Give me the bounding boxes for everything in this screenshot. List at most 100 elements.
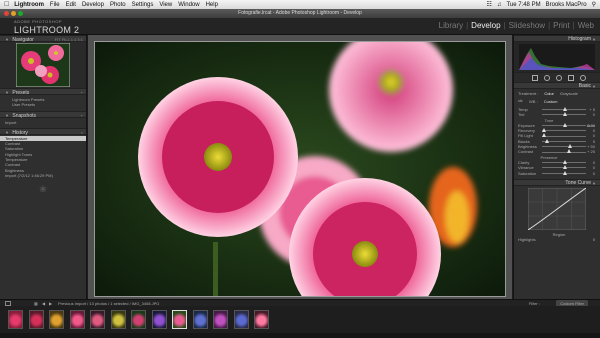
menu-settings[interactable]: Settings bbox=[132, 2, 154, 8]
history-item[interactable]: Import (7/2/12 1:46:29 PM) bbox=[0, 173, 86, 178]
tone-curve-header[interactable]: Tone Curve ▼ bbox=[514, 178, 600, 186]
filmstrip-thumbnail[interactable] bbox=[90, 310, 105, 329]
menu-lightroom[interactable]: Lightroom bbox=[14, 2, 44, 8]
clear-history-icon[interactable]: × bbox=[81, 129, 83, 136]
add-preset-icon[interactable]: + bbox=[81, 89, 83, 96]
slider-knob[interactable] bbox=[562, 112, 567, 117]
treatment-color[interactable]: Color bbox=[544, 91, 554, 96]
snapshots-title: Snapshots bbox=[12, 112, 36, 119]
slider-knob[interactable] bbox=[567, 149, 571, 154]
add-snapshot-icon[interactable]: + bbox=[81, 112, 83, 119]
menu-help[interactable]: Help bbox=[206, 2, 218, 8]
navigator-header[interactable]: ▼ Navigator FIT FILL 1:1 3:1 bbox=[0, 35, 86, 43]
wb-row: ✑ WB : Custom bbox=[514, 97, 600, 107]
spot-removal-icon[interactable] bbox=[544, 75, 550, 81]
slider-value[interactable]: 0 bbox=[593, 171, 595, 176]
slider-label: Recovery bbox=[518, 128, 535, 134]
filmstrip-thumbnail[interactable] bbox=[69, 310, 85, 329]
slider-label: Fill Light bbox=[518, 133, 533, 139]
collapse-triangle-icon: ▼ bbox=[5, 90, 9, 95]
module-print[interactable]: Print bbox=[553, 21, 569, 30]
flower-photo-image bbox=[95, 42, 505, 296]
filmstrip-thumbnail[interactable] bbox=[49, 310, 64, 329]
close-window-button[interactable] bbox=[4, 11, 9, 16]
module-web[interactable]: Web bbox=[578, 21, 594, 30]
crop-tool-icon[interactable] bbox=[532, 75, 538, 81]
filmstrip-thumbnail[interactable] bbox=[151, 310, 167, 329]
menu-develop[interactable]: Develop bbox=[82, 2, 104, 8]
module-slideshow[interactable]: Slideshow bbox=[509, 21, 545, 30]
menu-clock[interactable]: Tue 7:48 PM bbox=[506, 2, 540, 8]
navigator-thumbnail[interactable] bbox=[16, 43, 70, 87]
slider-knob[interactable] bbox=[567, 144, 572, 149]
snapshot-item[interactable]: Import bbox=[0, 120, 86, 125]
histogram-area[interactable] bbox=[514, 42, 600, 72]
menu-edit[interactable]: Edit bbox=[66, 2, 76, 8]
graduated-filter-icon[interactable] bbox=[568, 75, 574, 81]
filmstrip-thumbnail[interactable] bbox=[8, 310, 23, 329]
window-title: Fotografie.lrcat - Adobe Photoshop Light… bbox=[238, 10, 362, 16]
filmstrip-thumbnail[interactable] bbox=[192, 310, 208, 329]
module-develop[interactable]: Develop bbox=[471, 21, 500, 30]
red-eye-icon[interactable] bbox=[556, 75, 562, 81]
filmstrip-thumbnail[interactable] bbox=[110, 310, 126, 329]
identity-line-2: LIGHTROOM 2 bbox=[14, 25, 80, 35]
slider-knob[interactable] bbox=[542, 128, 547, 133]
slider-label: Vibrance bbox=[518, 165, 534, 171]
slider-knob[interactable] bbox=[562, 165, 567, 170]
basic-header[interactable]: Basic ▼ bbox=[514, 82, 600, 89]
menu-file[interactable]: File bbox=[50, 2, 60, 8]
filmstrip-thumbnail[interactable] bbox=[131, 310, 146, 329]
treatment-grayscale[interactable]: Grayscale bbox=[560, 91, 578, 96]
module-library[interactable]: Library bbox=[439, 21, 463, 30]
wb-value[interactable]: Custom bbox=[544, 99, 558, 104]
module-separator: | bbox=[548, 21, 551, 30]
slider-track[interactable] bbox=[542, 151, 586, 153]
wifi-icon[interactable]: ☷ bbox=[487, 1, 492, 8]
slider-knob[interactable] bbox=[544, 138, 549, 143]
menu-photo[interactable]: Photo bbox=[110, 2, 126, 8]
window-titlebar: Fotografie.lrcat - Adobe Photoshop Light… bbox=[0, 9, 600, 18]
module-picker: Library | Develop | Slideshow | Print | … bbox=[439, 21, 594, 30]
bottom-panel-toggle-bar[interactable] bbox=[0, 333, 600, 338]
basic-slider-row[interactable]: Saturation 0 bbox=[514, 170, 600, 176]
slider-track[interactable] bbox=[542, 135, 586, 137]
menu-user[interactable]: Brooks MacPro bbox=[546, 2, 587, 8]
wb-eyedropper-icon[interactable]: ✑ bbox=[518, 98, 523, 105]
highlights-row[interactable]: Highlights 0 bbox=[514, 237, 600, 242]
slider-track[interactable] bbox=[542, 140, 586, 142]
slider-track[interactable] bbox=[542, 146, 586, 148]
slider-knob[interactable] bbox=[542, 133, 547, 138]
apple-icon[interactable]:  bbox=[4, 1, 9, 8]
history-header[interactable]: ▼ History × bbox=[0, 127, 86, 136]
snapshots-header[interactable]: ▼ Snapshots + bbox=[0, 110, 86, 119]
main-photo[interactable] bbox=[94, 41, 506, 297]
filmstrip-thumbnail[interactable] bbox=[254, 310, 269, 329]
tool-strip bbox=[514, 72, 600, 82]
tone-curve-area[interactable] bbox=[514, 186, 600, 232]
slider-knob[interactable] bbox=[562, 122, 567, 127]
zoom-window-button[interactable] bbox=[18, 11, 23, 16]
presets-header[interactable]: ▼ Presets + bbox=[0, 88, 86, 96]
filmstrip bbox=[0, 306, 600, 333]
slider-knob[interactable] bbox=[562, 159, 567, 164]
slider-label: Tint bbox=[518, 112, 525, 118]
filmstrip-thumbnail[interactable] bbox=[28, 310, 44, 329]
minimize-window-button[interactable] bbox=[11, 11, 16, 16]
volume-icon[interactable]: ♫ bbox=[497, 2, 502, 8]
menu-view[interactable]: View bbox=[159, 2, 172, 8]
adjustment-brush-icon[interactable] bbox=[580, 75, 586, 81]
module-separator: | bbox=[503, 21, 506, 30]
filmstrip-thumbnail[interactable] bbox=[213, 310, 228, 329]
slider-knob[interactable] bbox=[563, 107, 568, 111]
slider-knob[interactable] bbox=[562, 170, 567, 175]
preset-folder[interactable]: User Presets bbox=[0, 102, 86, 107]
left-panel: ▼ Navigator FIT FILL 1:1 3:1 ▼ Presets +… bbox=[0, 35, 87, 299]
slider-track[interactable] bbox=[542, 130, 586, 132]
filmstrip-thumbnail[interactable] bbox=[172, 310, 187, 329]
spotlight-icon[interactable]: ⚲ bbox=[592, 1, 596, 8]
right-panel: Histogram ▼ Basic ▼ Treatment : Color Gr… bbox=[513, 35, 600, 299]
menu-window[interactable]: Window bbox=[178, 2, 199, 8]
histogram-header[interactable]: Histogram ▼ bbox=[514, 35, 600, 42]
filmstrip-thumbnail[interactable] bbox=[233, 310, 249, 329]
